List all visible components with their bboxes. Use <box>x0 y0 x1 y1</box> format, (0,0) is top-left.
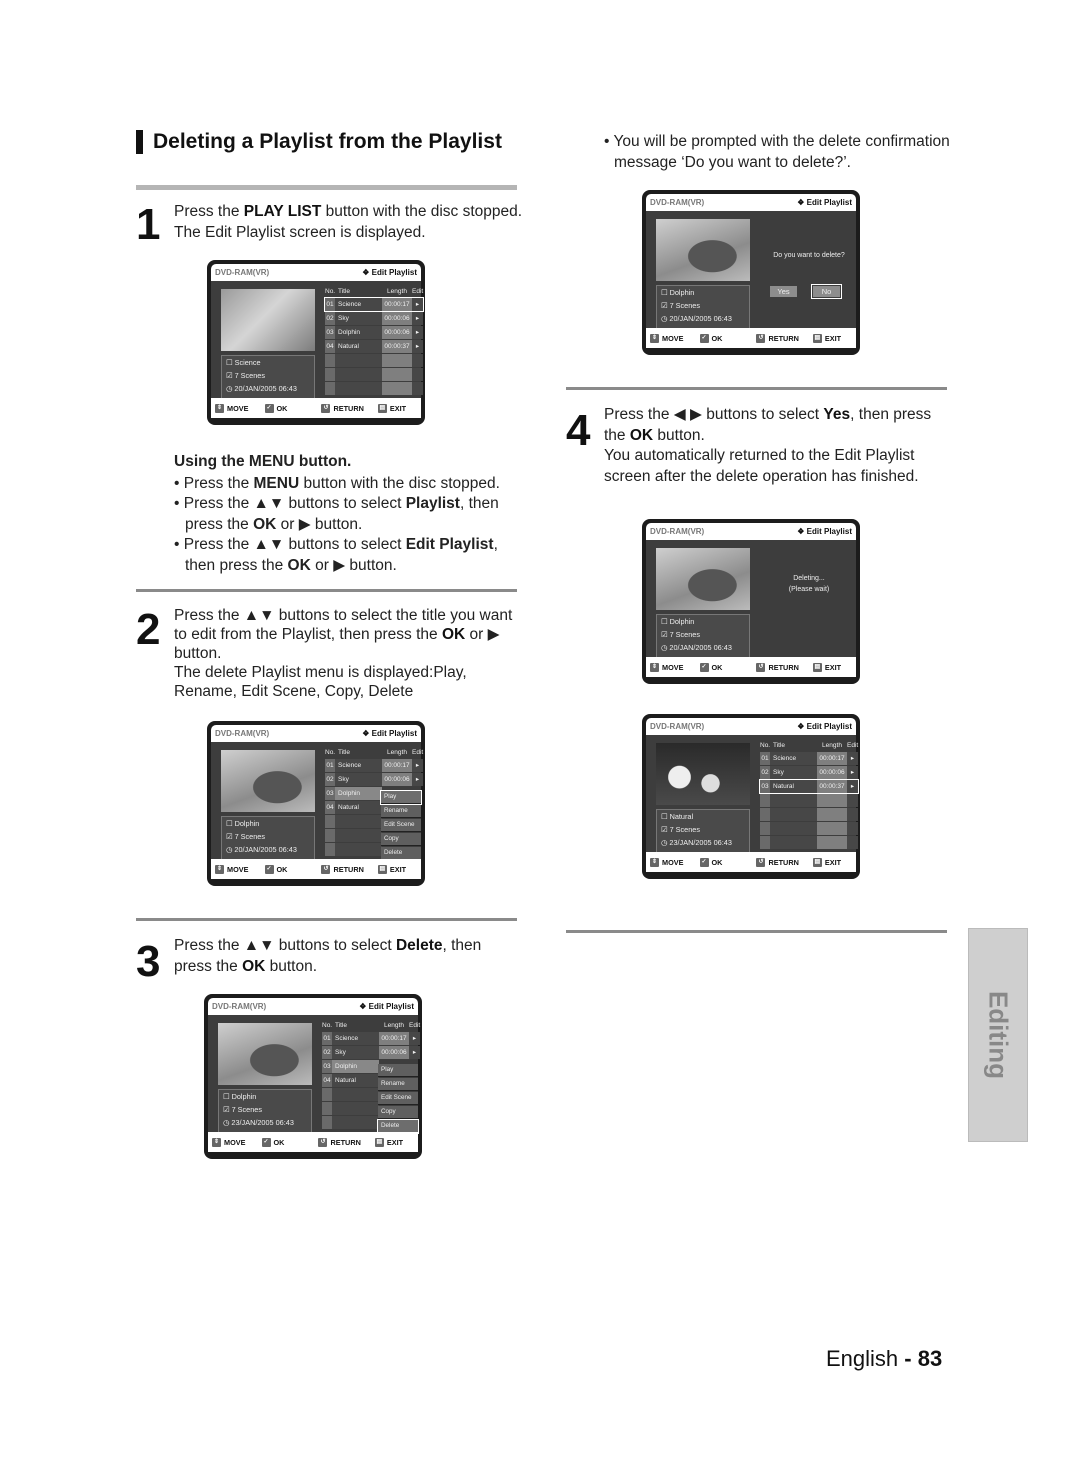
exit-icon: ▤ <box>812 857 822 867</box>
return-icon: ↺ <box>756 662 766 672</box>
playlist-row[interactable]: 02 Sky 00:00:06 ▸ <box>325 773 423 786</box>
exit-key: ▤ EXIT <box>377 403 407 413</box>
move-key: ⇕ MOVE <box>215 403 249 413</box>
disc-type-label: DVD-RAM(VR) <box>215 268 270 277</box>
return-icon: ↺ <box>321 403 331 413</box>
ok-key: ✓ OK <box>264 403 288 413</box>
exit-icon: ▤ <box>377 403 387 413</box>
return-icon: ↺ <box>318 1137 328 1147</box>
move-icon: ⇕ <box>215 403 224 413</box>
playlist-row[interactable]: 03 Dolphin 00:00:06 ▸ <box>325 326 423 339</box>
confirm-note: • You will be prompted with the delete c… <box>604 133 950 171</box>
menu-item-play[interactable]: Play <box>380 790 422 805</box>
title-thumbnail <box>218 1023 312 1085</box>
step-divider <box>136 918 517 921</box>
title-marker <box>136 130 143 154</box>
playlist-row[interactable]: 03 Natural 00:00:37 ▸ <box>759 779 859 794</box>
step-number-2: 2 <box>136 605 161 654</box>
menu-item-rename[interactable]: Rename <box>378 1078 418 1091</box>
exit-icon: ▤ <box>812 333 822 343</box>
playlist-row[interactable]: 02 Sky 00:00:06 ▸ <box>325 312 423 325</box>
move-icon: ⇕ <box>212 1137 221 1147</box>
page-number: English - 83 <box>826 1346 943 1371</box>
playlist-row[interactable]: 01 Science 00:00:17 ▸ <box>325 759 423 772</box>
deleting-status: Deleting... (Please wait) <box>788 575 830 593</box>
edit-options-menu: Play Rename Edit Scene Copy Delete <box>377 1064 419 1134</box>
exit-icon: ▤ <box>374 1137 384 1147</box>
ok-icon: ✓ <box>699 662 709 672</box>
menu-item-play[interactable]: Play <box>378 1064 418 1077</box>
move-icon: ⇕ <box>650 857 659 867</box>
no-button[interactable]: No <box>811 284 842 299</box>
step-divider <box>136 589 517 592</box>
step-1-text: Press the PLAY LIST button with the disc… <box>174 203 523 241</box>
step-number-3: 3 <box>136 937 161 986</box>
step-4-text: Press the ◀ ▶ buttons to select Yes, the… <box>604 406 932 485</box>
playlist-row[interactable]: 01 Science 00:00:17 ▸ <box>322 1032 420 1045</box>
ok-icon: ✓ <box>699 857 709 867</box>
return-icon: ↺ <box>756 333 766 343</box>
screen-delete-selected: DVD-RAM(VR) ❖ Edit Playlist ☐ Dolphin ☑ 7… <box>204 994 422 1159</box>
menu-button-tip: Using the MENU button. • Press the MENU … <box>174 453 500 574</box>
step-2-text: Press the ▲▼ buttons to select the title… <box>174 607 513 700</box>
yes-button[interactable]: Yes <box>770 286 797 297</box>
playlist-row[interactable]: 02 Sky 00:00:06 ▸ <box>760 766 858 779</box>
exit-icon: ▤ <box>812 662 822 672</box>
ok-icon: ✓ <box>699 333 709 343</box>
move-icon: ⇕ <box>650 662 659 672</box>
playlist-row[interactable]: 01 Science 00:00:17 ▸ <box>760 752 858 765</box>
title-info-box: ☐ Science ☑ 7 Scenes ◷ 20/JAN/2005 06:43 <box>221 355 315 399</box>
return-icon: ↺ <box>321 864 331 874</box>
section-tab-editing: Editing <box>968 928 1028 1142</box>
exit-icon: ▤ <box>377 864 387 874</box>
screen-edit-playlist: DVD-RAM(VR) ❖ Edit Playlist ☐ Science ☑ 7… <box>207 260 425 425</box>
playlist-table: No. Title Length Edit 01 Science 00:00:17 ▸ 02… <box>759 739 859 850</box>
section-divider <box>136 185 517 190</box>
playlist-row[interactable]: 02 Sky 00:00:06 ▸ <box>322 1046 420 1059</box>
menu-item-rename[interactable]: Rename <box>381 805 421 818</box>
title-thumbnail <box>656 548 750 610</box>
step-number-1: 1 <box>136 200 161 249</box>
screen-after-delete: DVD-RAM(VR) ❖ Edit Playlist ☐ Natural ☑ 7… <box>642 714 860 879</box>
ok-icon: ✓ <box>264 864 274 874</box>
mode-label: ❖ Edit Playlist <box>362 268 417 277</box>
menu-item-edit-scene[interactable]: Edit Scene <box>381 819 421 832</box>
title-thumbnail <box>656 743 750 805</box>
screen-deleting: DVD-RAM(VR) ❖ Edit Playlist ☐ Dolphin ☑ 7… <box>642 519 860 684</box>
title-thumbnail <box>656 219 750 281</box>
menu-item-copy[interactable]: Copy <box>378 1106 418 1119</box>
screen-delete-confirm: DVD-RAM(VR) ❖ Edit Playlist ☐ Dolphin ☑ 7… <box>642 190 860 355</box>
title-info-box: ☐ Natural ☑ 7 Scenes ◷ 23/JAN/2005 06:43 <box>656 809 750 853</box>
menu-item-edit-scene[interactable]: Edit Scene <box>378 1092 418 1105</box>
title-thumbnail <box>221 289 315 351</box>
column-end-divider <box>566 930 947 933</box>
edit-options-menu: Play Rename Edit Scene Copy Delete <box>380 790 422 861</box>
playlist-table: No. Title Length Edit 01 Science 00:00:17 ▸ 02… <box>324 285 424 396</box>
section-title: Deleting a Playlist from the Playlist <box>136 130 502 154</box>
return-key: ↺ RETURN <box>321 403 364 413</box>
return-icon: ↺ <box>756 857 766 867</box>
step-3-text: Press the ▲▼ buttons to select Delete, t… <box>174 937 482 975</box>
step-number-4: 4 <box>566 406 591 455</box>
step-divider <box>566 387 947 390</box>
playlist-row[interactable]: 04 Natural 00:00:37 ▸ <box>325 340 423 353</box>
ok-icon: ✓ <box>261 1137 271 1147</box>
playlist-row[interactable]: 01 Science 00:00:17 ▸ <box>324 297 424 312</box>
title-info-box: ☐ Dolphin ☑ 7 Scenes ◷ 20/JAN/2005 06:43 <box>221 816 315 860</box>
ok-icon: ✓ <box>264 403 274 413</box>
move-icon: ⇕ <box>215 864 224 874</box>
menu-item-copy[interactable]: Copy <box>381 833 421 846</box>
title-info-box: ☐ Dolphin ☑ 7 Scenes ◷ 23/JAN/2005 06:43 <box>218 1089 312 1133</box>
title-thumbnail <box>221 750 315 812</box>
confirm-question: Do you want to delete? <box>773 252 845 259</box>
screen-edit-menu: DVD-RAM(VR) ❖ Edit Playlist ☐ Dolphin ☑ 7… <box>207 721 425 886</box>
title-info-box: ☐ Dolphin ☑ 7 Scenes ◷ 20/JAN/2005 06:43 <box>656 614 750 658</box>
title-info-box: ☐ Dolphin ☑ 7 Scenes ◷ 20/JAN/2005 06:43 <box>656 285 750 329</box>
move-icon: ⇕ <box>650 333 659 343</box>
